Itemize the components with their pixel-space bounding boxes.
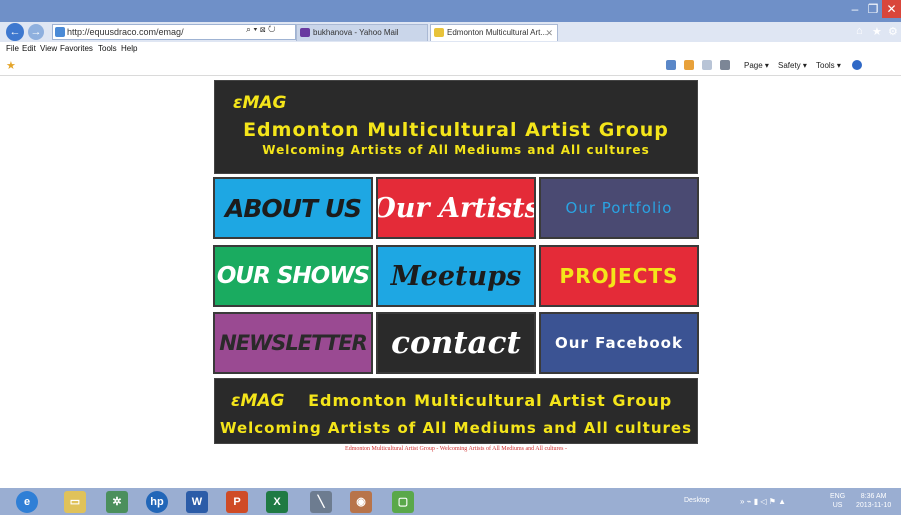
- tile-label: Our Facebook: [555, 334, 683, 352]
- page-subtitle: Welcoming Artists of All Mediums and All…: [262, 143, 650, 157]
- tab-label: Edmonton Multicultural Art...: [447, 28, 548, 37]
- language-indicator[interactable]: ENG US: [830, 492, 845, 510]
- clock-date: 2013-11-10: [856, 502, 892, 509]
- newsletter-tile[interactable]: NEWSLETTER: [213, 312, 373, 374]
- footer-banner: εMAG Edmonton Multicultural Artist Group…: [214, 378, 698, 444]
- feeds-icon[interactable]: [684, 60, 694, 70]
- excel-icon[interactable]: X: [266, 491, 288, 513]
- powerpoint-icon[interactable]: P: [226, 491, 248, 513]
- region-code: US: [832, 502, 843, 509]
- our-portfolio-tile[interactable]: Our Portfolio: [539, 177, 699, 239]
- safety-menu[interactable]: Safety ▾: [778, 61, 807, 70]
- footer-subtitle: Welcoming Artists of All Mediums and All…: [219, 419, 693, 437]
- tile-label: ABOUT US: [224, 193, 362, 223]
- about-us-tile[interactable]: ABOUT US: [213, 177, 373, 239]
- tab-emag[interactable]: Edmonton Multicultural Art... ✕: [430, 24, 558, 41]
- page-menu[interactable]: Page ▾: [744, 61, 769, 70]
- settings-gear-icon[interactable]: ⚙: [888, 25, 898, 38]
- emag-logo: εMAG: [233, 93, 287, 113]
- menu-view[interactable]: View: [40, 44, 57, 53]
- footer-note: Edmonton Multicultural Artist Group - We…: [345, 446, 567, 452]
- app-window-icon[interactable]: ▢: [392, 491, 414, 513]
- tab-close-icon[interactable]: ✕: [545, 25, 553, 41]
- language-code: ENG: [830, 493, 846, 500]
- back-icon[interactable]: ←: [6, 23, 24, 41]
- tile-label: NEWSLETTER: [219, 331, 368, 355]
- clock[interactable]: 8:36 AM 2013-11-10: [856, 492, 891, 510]
- home-page-icon[interactable]: [666, 60, 676, 70]
- our-shows-tile[interactable]: OUR SHOWS: [213, 245, 373, 307]
- tile-label: OUR SHOWS: [216, 263, 370, 289]
- windows-taskbar: e ▭ ✲ hp W P X ╲ ◉ ▢ Desktop » ⌁ ▮ ◁ ⚑ ▲…: [0, 488, 901, 515]
- read-mail-icon[interactable]: [702, 60, 712, 70]
- tile-label: Our Artists: [376, 192, 536, 224]
- command-bar: ★ Page ▾ Safety ▾ Tools ▾: [0, 56, 901, 76]
- menu-edit[interactable]: Edit: [22, 44, 36, 53]
- menu-favorites[interactable]: Favorites: [60, 44, 93, 53]
- tile-label: PROJECTS: [559, 264, 679, 288]
- window-titlebar: – ❐ ✕: [0, 0, 901, 22]
- meetups-tile[interactable]: Meetups: [376, 245, 536, 307]
- tile-label: contact: [391, 325, 521, 361]
- home-icon[interactable]: ⌂: [856, 25, 863, 37]
- site-favicon-icon: [55, 27, 65, 37]
- app-icon[interactable]: ✲: [106, 491, 128, 513]
- tile-label: Our Portfolio: [565, 199, 673, 217]
- projects-tile[interactable]: PROJECTS: [539, 245, 699, 307]
- maximize-icon[interactable]: ❐: [864, 0, 882, 18]
- address-url: http://equusdraco.com/emag/: [67, 27, 184, 37]
- favorites-bar-icon[interactable]: ★: [6, 59, 16, 72]
- footer-emag-logo: εMAG: [231, 391, 285, 411]
- word-icon[interactable]: W: [186, 491, 208, 513]
- help-icon[interactable]: [852, 60, 862, 70]
- footer-title-row: εMAG Edmonton Multicultural Artist Group: [231, 391, 691, 411]
- internet-explorer-icon[interactable]: e: [16, 491, 38, 513]
- tools-menu[interactable]: Tools ▾: [816, 61, 841, 70]
- our-facebook-tile[interactable]: Our Facebook: [539, 312, 699, 374]
- system-tray-icons[interactable]: » ⌁ ▮ ◁ ⚑ ▲: [740, 497, 786, 506]
- site-favicon-icon: [434, 28, 444, 37]
- mail-icon: [300, 28, 310, 37]
- tab-label: bukhanova - Yahoo Mail: [313, 28, 399, 37]
- search-refresh-icons[interactable]: ⌕ ▾ ⊠ ↻: [246, 24, 276, 35]
- file-explorer-icon[interactable]: ▭: [64, 491, 86, 513]
- minimize-icon[interactable]: –: [846, 0, 864, 18]
- our-artists-tile[interactable]: Our Artists: [376, 177, 536, 239]
- tile-label: Meetups: [390, 260, 522, 292]
- hp-icon[interactable]: hp: [146, 491, 168, 513]
- photo-app-icon[interactable]: ◉: [350, 491, 372, 513]
- favorites-star-icon[interactable]: ★: [872, 25, 882, 38]
- close-icon[interactable]: ✕: [882, 0, 901, 18]
- forward-icon[interactable]: →: [28, 24, 44, 40]
- contact-tile[interactable]: contact: [376, 312, 536, 374]
- menu-tools[interactable]: Tools: [98, 44, 117, 53]
- header-banner: εMAG Edmonton Multicultural Artist Group…: [214, 80, 698, 174]
- menu-file[interactable]: File: [6, 44, 19, 53]
- menu-bar: File Edit View Favorites Tools Help: [0, 42, 901, 56]
- page-title: Edmonton Multicultural Artist Group: [243, 119, 669, 141]
- clock-time: 8:36 AM: [860, 493, 887, 500]
- tool-icon[interactable]: ╲: [310, 491, 332, 513]
- tab-yahoo-mail[interactable]: bukhanova - Yahoo Mail: [296, 24, 428, 41]
- menu-help[interactable]: Help: [121, 44, 137, 53]
- desktop-toolbar-label[interactable]: Desktop: [684, 497, 710, 504]
- print-icon[interactable]: [720, 60, 730, 70]
- browser-navigation-bar: ← → http://equusdraco.com/emag/ ⌕ ▾ ⊠ ↻ …: [0, 22, 901, 42]
- footer-title: Edmonton Multicultural Artist Group: [308, 391, 673, 410]
